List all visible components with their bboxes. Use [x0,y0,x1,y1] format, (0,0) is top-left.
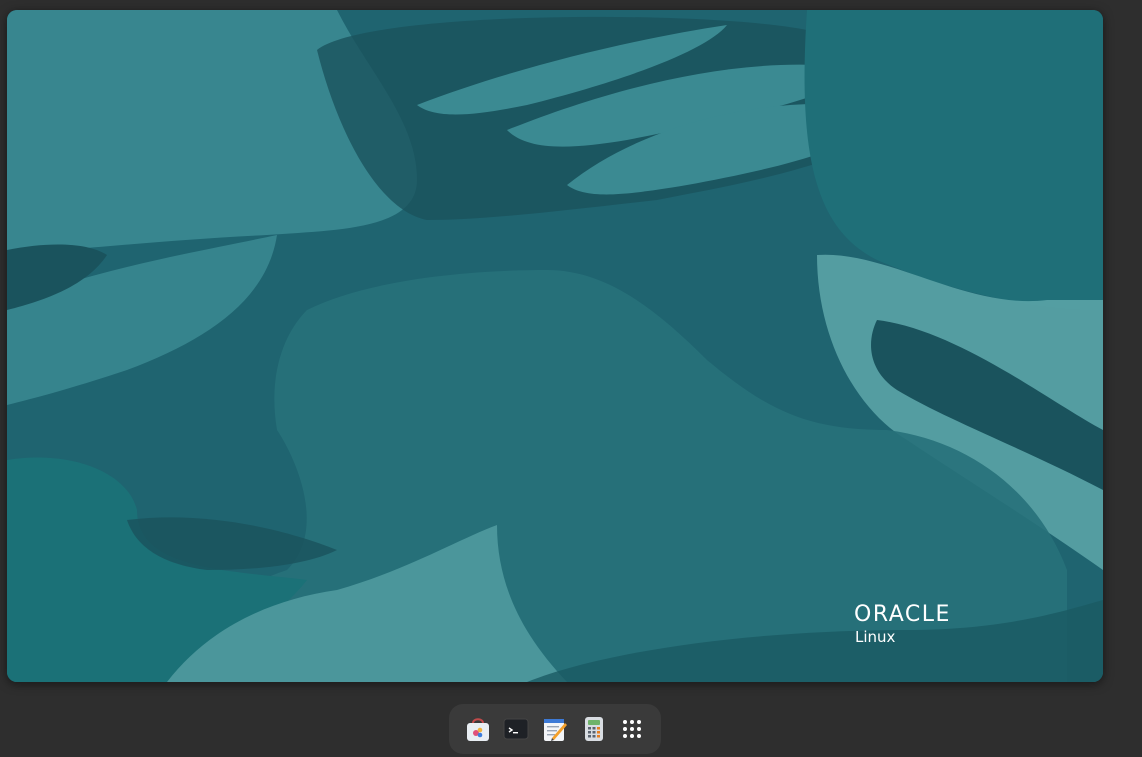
calculator-icon [584,717,603,741]
app-grid-icon [623,720,642,738]
software-store-button[interactable] [462,713,494,745]
terminal-button[interactable] [500,713,532,745]
wallpaper [7,10,1103,682]
calculator-button[interactable] [578,713,610,745]
text-editor-button[interactable] [539,713,571,745]
oracle-linux-logo: ORACLE Linux [854,602,951,646]
logo-product-text: Linux [855,628,896,646]
dash [449,704,661,754]
logo-brand-text: ORACLE [854,602,951,627]
shopping-bag-icon [466,718,489,741]
show-apps-button[interactable] [616,713,648,745]
terminal-icon [503,718,529,740]
activities-overview: ORACLE Linux [0,0,1142,757]
workspace-thumbnail[interactable]: ORACLE Linux [7,10,1103,682]
text-editor-icon [543,719,567,741]
